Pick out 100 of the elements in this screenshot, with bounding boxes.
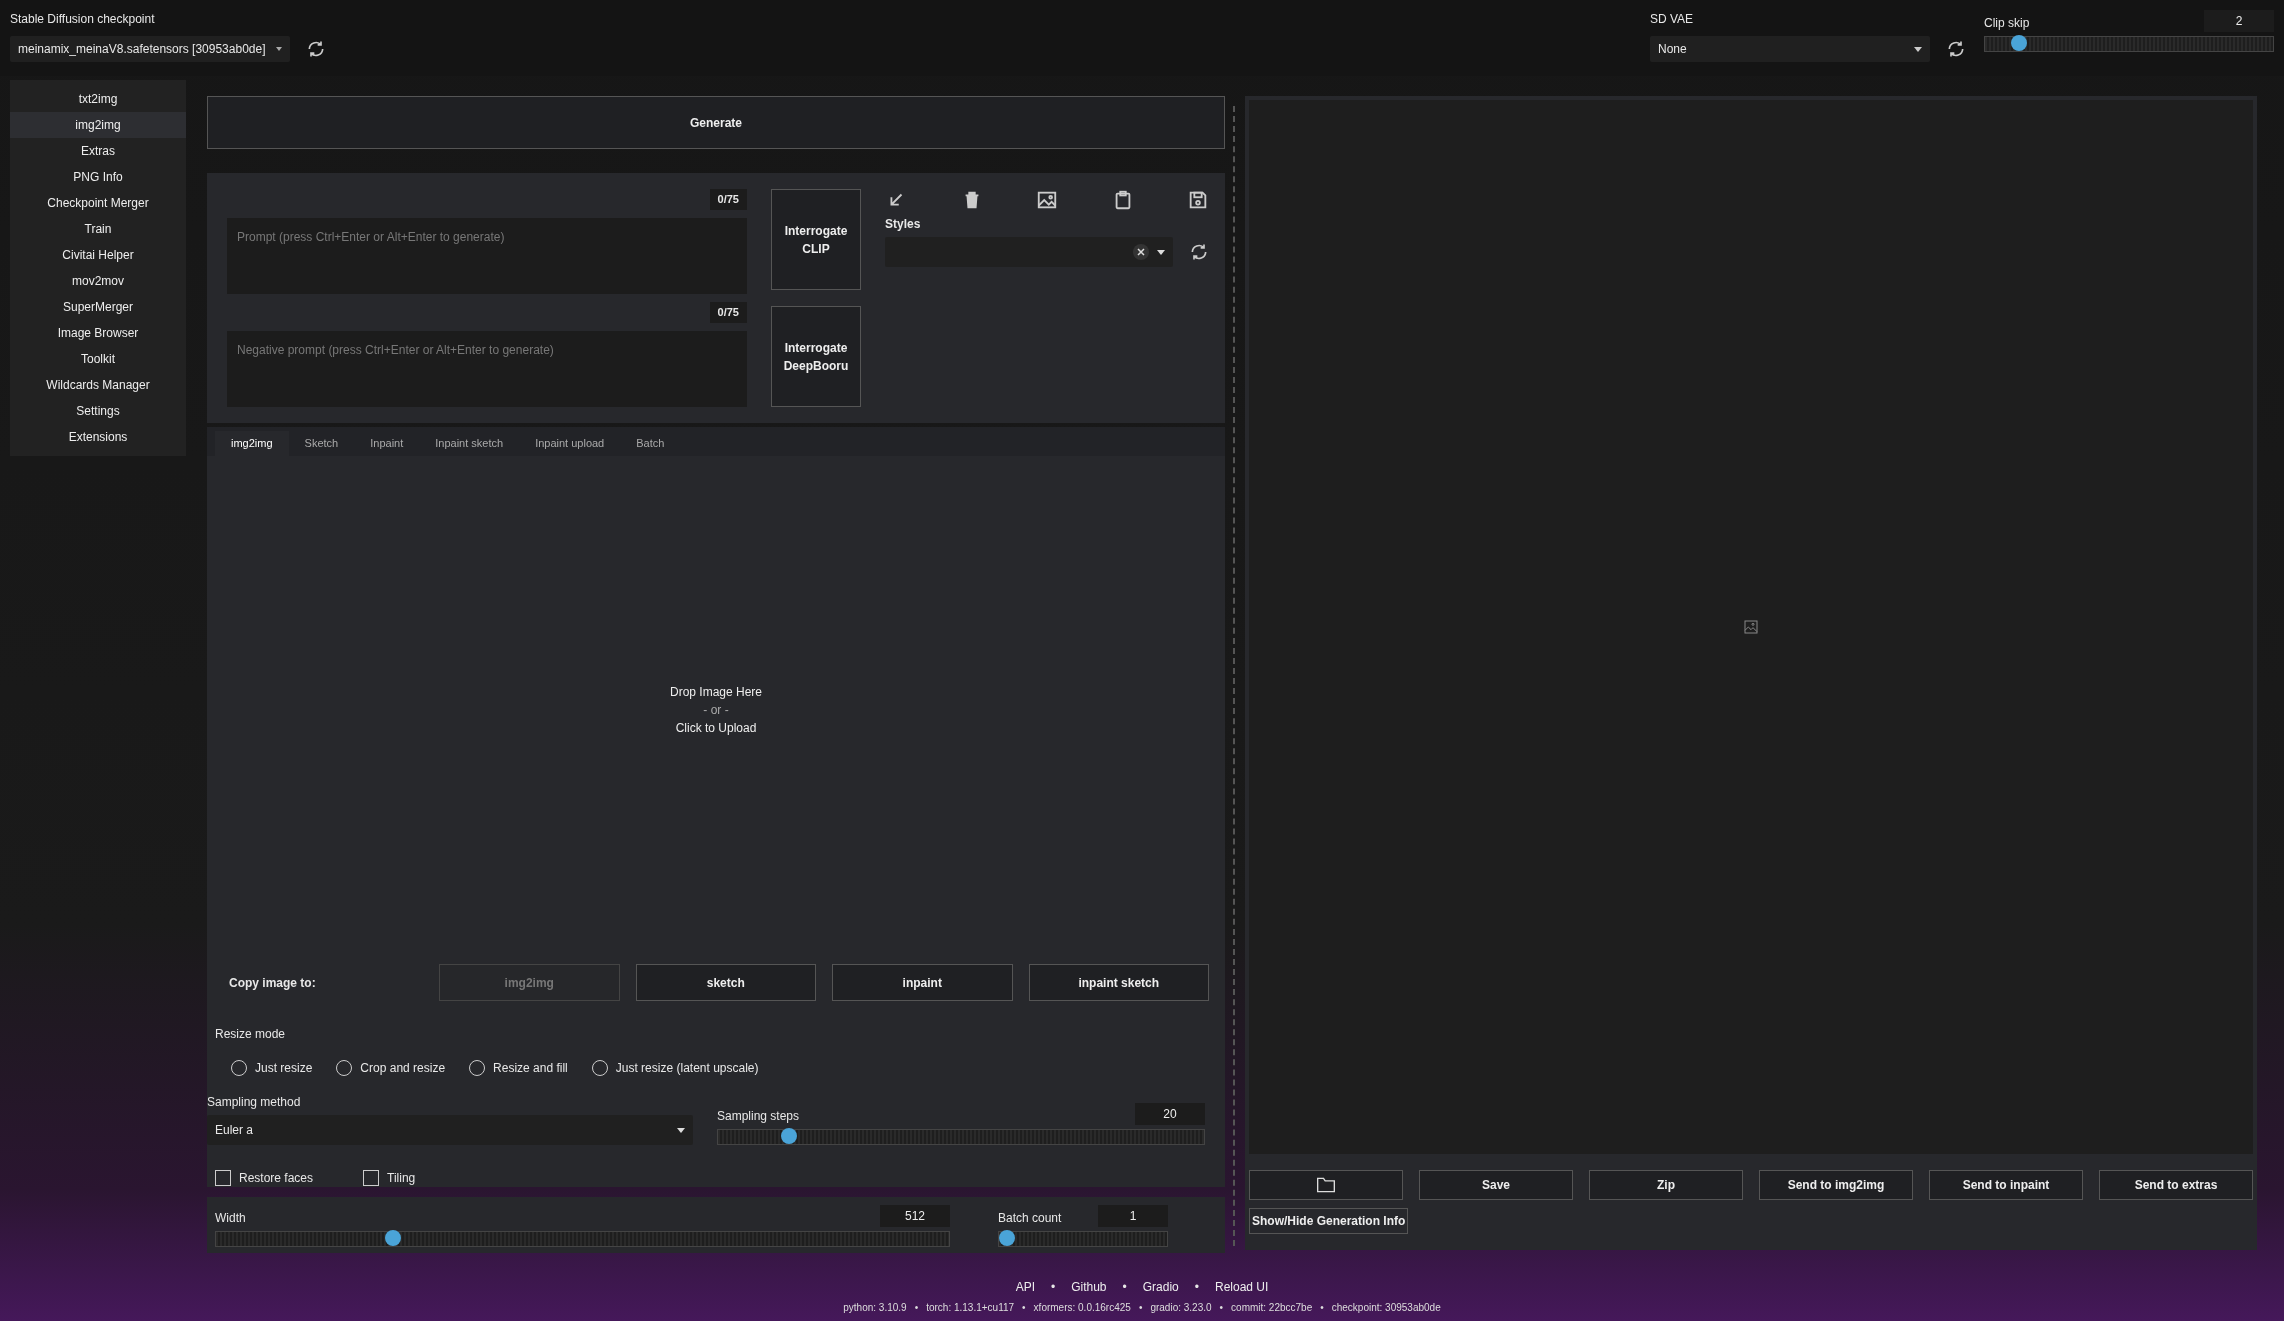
sidebar-item[interactable]: Extensions <box>10 424 186 450</box>
slider-thumb[interactable] <box>384 1230 401 1246</box>
sidebar-item[interactable]: Extras <box>10 138 186 164</box>
version-text: torch: 1.13.1+cu117 <box>926 1301 1015 1315</box>
field-label: Sampling method <box>207 1094 302 1111</box>
version-text: xformers: 0.0.16rc425 <box>1033 1301 1131 1315</box>
field-label: Batch count <box>998 1210 1062 1227</box>
checkbox[interactable] <box>363 1170 379 1186</box>
output-button[interactable]: Zip <box>1589 1170 1743 1200</box>
drop-text: - or - <box>703 701 729 719</box>
image-icon[interactable] <box>1036 189 1058 211</box>
save-icon[interactable] <box>1187 189 1209 211</box>
sidebar-item[interactable]: Image Browser <box>10 320 186 346</box>
radio-label: Resize and fill <box>493 1060 568 1077</box>
field-label: Clip skip <box>1984 15 2030 32</box>
sidebar-item[interactable]: img2img <box>10 112 186 138</box>
number-field[interactable]: 2 <box>2204 10 2274 32</box>
slider-track[interactable] <box>215 1231 950 1247</box>
field-label: Resize mode <box>215 1026 287 1043</box>
output-button[interactable]: Send to extras <box>2099 1170 2253 1200</box>
separator: • <box>1194 1279 1199 1296</box>
number-field[interactable]: 1 <box>1098 1205 1168 1227</box>
sidebar-item[interactable]: Wildcards Manager <box>10 372 186 398</box>
refresh-icon[interactable] <box>306 39 326 59</box>
copy-button[interactable]: sketch <box>635 964 816 1001</box>
number-field[interactable]: 512 <box>880 1205 950 1227</box>
separator: • <box>1051 1279 1056 1296</box>
sidebar-item[interactable]: Train <box>10 216 186 242</box>
version-text: gradio: 3.23.0 <box>1150 1301 1212 1315</box>
tab[interactable]: Batch <box>620 431 681 456</box>
info-toggle-button[interactable]: Show/Hide Generation Info <box>1249 1208 1409 1234</box>
sidebar-item[interactable]: SuperMerger <box>10 294 186 320</box>
footer-link[interactable]: Gradio <box>1142 1278 1179 1296</box>
separator: • <box>1022 1301 1026 1315</box>
output-button[interactable]: Send to img2img <box>1759 1170 1913 1200</box>
tab[interactable]: Sketch <box>288 431 355 456</box>
number-field[interactable]: 20 <box>1135 1103 1205 1125</box>
footer-link[interactable]: API <box>1015 1278 1035 1296</box>
vae-dropdown[interactable]: None <box>1650 36 1930 62</box>
drop-text: Drop Image Here <box>669 683 762 701</box>
field-label: SD VAE <box>1650 11 1695 28</box>
refresh-icon[interactable] <box>1946 39 1966 59</box>
generate-button[interactable]: Generate <box>207 96 1225 149</box>
prompt-field[interactable]: Prompt (press Ctrl+Enter or Alt+Enter to generate) <box>227 217 747 294</box>
field-label: Styles <box>885 216 922 233</box>
footer-link[interactable]: Reload UI <box>1215 1278 1269 1296</box>
copy-button[interactable]: inpaint sketch <box>1028 964 1209 1001</box>
refresh-icon[interactable] <box>1189 242 1209 262</box>
copy-label: Copy image to: <box>228 974 317 992</box>
sidebar-item[interactable]: Civitai Helper <box>10 242 186 268</box>
tab[interactable]: Inpaint upload <box>519 431 621 456</box>
drop-text: Click to Upload <box>675 719 757 737</box>
output-button[interactable]: Send to inpaint <box>1929 1170 2083 1200</box>
caret-icon <box>1157 249 1165 255</box>
version-text: checkpoint: 30953ab0de <box>1331 1301 1441 1315</box>
sidebar-item[interactable]: mov2mov <box>10 268 186 294</box>
slider-track[interactable] <box>998 1231 1168 1247</box>
slider-thumb[interactable] <box>999 1230 1015 1246</box>
tab[interactable]: Inpaint sketch <box>419 431 520 456</box>
radio-label: Just resize <box>255 1060 313 1077</box>
interrogate-button[interactable]: Interrogate DeepBooru <box>771 306 861 407</box>
separator: • <box>1219 1301 1224 1315</box>
checkpoint-dropdown[interactable]: meinamix_meinaV8.safetensors [30953ab0de] <box>10 36 290 62</box>
sidebar-item[interactable]: Settings <box>10 398 186 424</box>
caret-icon <box>1914 46 1922 52</box>
copy-button[interactable]: inpaint <box>832 964 1013 1001</box>
interrogate-button[interactable]: Interrogate CLIP <box>771 189 861 290</box>
tab[interactable]: Inpaint <box>354 431 420 456</box>
token-counter: 0/75 <box>709 189 747 210</box>
separator: • <box>914 1301 919 1315</box>
tab[interactable]: img2img <box>215 431 289 456</box>
slider-track[interactable] <box>717 1129 1205 1145</box>
sidebar-item[interactable]: Toolkit <box>10 346 186 372</box>
checkbox[interactable] <box>215 1170 231 1186</box>
folder-icon <box>1316 1176 1336 1195</box>
version-text: python: 3.10.9 <box>843 1301 907 1315</box>
sampling-dropdown[interactable]: Euler a <box>207 1115 693 1145</box>
clear-icon[interactable] <box>1133 244 1149 260</box>
footer-link[interactable]: Github <box>1071 1278 1107 1296</box>
output-button[interactable]: Save <box>1419 1170 1573 1200</box>
checkbox-label: Restore faces <box>239 1170 314 1187</box>
slider-thumb[interactable] <box>781 1128 798 1144</box>
radio-label: Just resize (latent upscale) <box>615 1060 759 1077</box>
version-text: commit: 22bcc7be <box>1231 1301 1313 1315</box>
separator: • <box>1138 1301 1143 1315</box>
slider-track[interactable] <box>1984 36 2274 52</box>
image-drop-zone[interactable]: Drop Image Here - or - Click to Upload <box>207 455 1225 964</box>
checkbox-label: Tiling <box>387 1170 416 1187</box>
field-label: Stable Diffusion checkpoint <box>10 11 156 28</box>
sidebar-item[interactable]: txt2img <box>10 86 186 112</box>
radio-label: Crop and resize <box>360 1060 446 1077</box>
sidebar-item[interactable]: Checkpoint Merger <box>10 190 186 216</box>
slider-thumb[interactable] <box>2010 35 2027 51</box>
caret-icon <box>677 1127 685 1133</box>
negative-prompt-field[interactable]: Negative prompt (press Ctrl+Enter or Alt+Enter to generate) <box>227 330 747 407</box>
separator: • <box>1320 1301 1324 1315</box>
image-icon <box>1743 619 1759 635</box>
sidebar-item[interactable]: PNG Info <box>10 164 186 190</box>
field-label: Width <box>215 1210 246 1227</box>
separator: • <box>1122 1279 1127 1296</box>
